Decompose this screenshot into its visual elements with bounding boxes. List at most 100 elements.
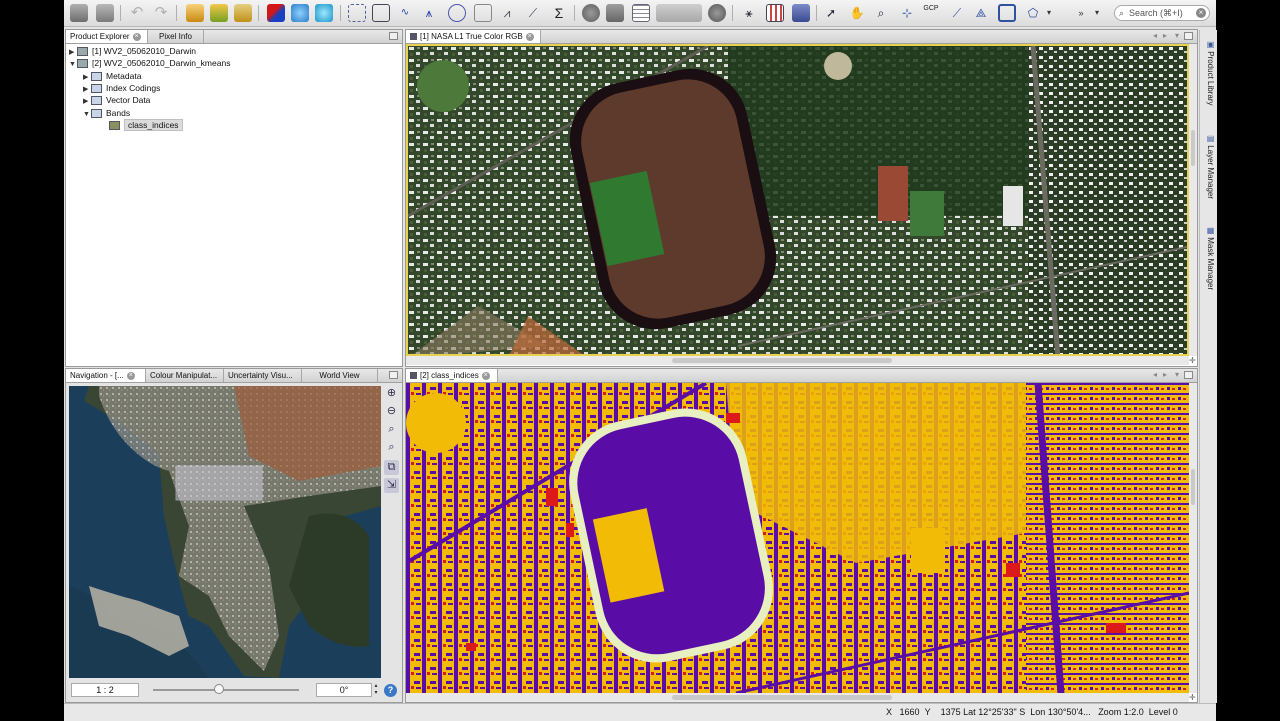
minimize-icon[interactable] (389, 371, 398, 379)
previous-view-icon[interactable]: ◂ (1153, 31, 1157, 40)
horizontal-scroll-thumb[interactable] (672, 358, 892, 363)
close-icon[interactable]: × (126, 371, 135, 380)
tab-colour-manipulation[interactable]: Colour Manipulat... (146, 369, 224, 382)
export-icon[interactable] (234, 4, 252, 22)
profile-icon[interactable]: ⩚ (420, 4, 438, 22)
sum-icon[interactable]: Σ (550, 4, 568, 22)
polyline-icon[interactable]: ⟁ (972, 4, 990, 22)
redo-icon[interactable]: ↷ (152, 4, 170, 22)
tab-class-indices-view[interactable]: [2] class_indices × (406, 369, 498, 382)
pin-icon[interactable] (348, 4, 366, 22)
sync-views-icon[interactable]: ⧉ (384, 460, 399, 475)
layer-icon[interactable] (582, 4, 600, 22)
search-input[interactable]: ⌕ Search (⌘+I) × (1114, 5, 1210, 21)
class-indices-canvas[interactable] (406, 383, 1189, 694)
tree-node-product-2[interactable]: ▼ [2] WV2_05062010_Darwin_kmeans (69, 57, 230, 69)
sync-cursor-icon[interactable] (656, 4, 702, 22)
tab-uncertainty-visualisation[interactable]: Uncertainty Visu... (224, 369, 302, 382)
tree-node-metadata[interactable]: ▶ Metadata (83, 70, 141, 82)
next-view-icon[interactable]: ▸ (1163, 31, 1167, 40)
horizontal-scroll-thumb[interactable] (672, 695, 892, 700)
view-list-icon[interactable]: ▾ (1175, 31, 1179, 40)
line-chart-icon[interactable]: ⩘ (498, 4, 516, 22)
product-library-tab[interactable]: ▣ Product Library (1202, 40, 1215, 105)
zoom-in-icon[interactable]: ⊕ (384, 386, 399, 401)
sync-cursor-icon[interactable]: ⇲ (384, 478, 399, 493)
tree-node-index-codings[interactable]: ▶ Index Codings (83, 82, 160, 94)
close-icon[interactable]: × (481, 371, 490, 380)
range-finder-icon[interactable]: ⟋ (948, 4, 966, 22)
new-product-icon[interactable] (70, 4, 88, 22)
viewport-rectangle[interactable] (175, 465, 263, 501)
pin-placing-icon[interactable]: ⊹ (898, 4, 916, 22)
rgb-icon[interactable] (267, 4, 285, 22)
layer-manager-tab[interactable]: ▤ Layer Manager (1202, 134, 1215, 199)
product-explorer-panel: Product Explorer × Pixel Info ▶ [1] WV2_05… (65, 29, 403, 367)
tree-node-product-1[interactable]: ▶ [1] WV2_05062010_Darwin (69, 45, 196, 57)
maximize-icon[interactable] (1184, 371, 1193, 379)
trend-icon[interactable]: ⟋ (524, 4, 542, 22)
collapse-arrow-icon[interactable]: ▼ (69, 59, 77, 71)
collapse-arrow-icon[interactable]: ▼ (83, 109, 91, 121)
zoom-slider[interactable] (153, 689, 299, 691)
vertical-scrollbar[interactable] (1189, 383, 1197, 693)
select-icon[interactable]: ➚ (822, 4, 840, 22)
rgb-image-canvas[interactable] (406, 44, 1189, 356)
save-icon[interactable] (96, 4, 114, 22)
corner-resize-icon[interactable]: ✛ (1189, 693, 1197, 702)
vertical-scroll-thumb[interactable] (1191, 469, 1195, 505)
tab-product-explorer[interactable]: Product Explorer × (66, 30, 148, 43)
gcp-icon[interactable]: GCP (922, 4, 940, 22)
close-icon[interactable]: × (525, 32, 534, 41)
zoom-slider-thumb[interactable] (213, 684, 224, 694)
vertical-scrollbar[interactable] (1189, 44, 1197, 356)
chevron-down-icon[interactable]: ▾ (1044, 4, 1054, 22)
tree-node-class-indices[interactable]: class_indices (109, 119, 183, 131)
graph-builder-icon[interactable]: ⚹ (740, 4, 758, 22)
rectangle-icon[interactable] (998, 4, 1016, 22)
clear-search-icon[interactable]: × (1196, 8, 1206, 18)
open-icon[interactable] (186, 4, 204, 22)
zoom-all-icon[interactable]: ⌕ (384, 440, 399, 455)
help-icon[interactable]: ? (384, 684, 397, 697)
pan-icon[interactable]: ✋ (848, 4, 866, 22)
tab-rgb-image-view[interactable]: [1] NASA L1 True Color RGB × (406, 30, 541, 43)
mosaic-icon[interactable] (766, 4, 784, 22)
overflow-dropdown-icon[interactable]: ▾ (1092, 4, 1102, 22)
tab-world-view[interactable]: World View (302, 369, 378, 382)
tab-pixel-info[interactable]: Pixel Info (148, 30, 204, 43)
tree-node-bands[interactable]: ▼ Bands (83, 107, 130, 119)
ellipse-dropdown-icon[interactable]: ⬠ (1024, 4, 1042, 22)
statistics-icon[interactable] (372, 4, 390, 22)
minimize-icon[interactable] (389, 32, 398, 40)
vertical-scroll-thumb[interactable] (1191, 130, 1195, 166)
zoom-ratio-field[interactable]: 1 : 2 (71, 683, 139, 697)
view-list-icon[interactable]: ▾ (1175, 370, 1179, 379)
previous-view-icon[interactable]: ◂ (1153, 370, 1157, 379)
navigation-overview-map[interactable] (69, 386, 381, 678)
zoom-tool-icon[interactable]: ⌕ (872, 4, 890, 22)
layer-edit-icon[interactable] (606, 4, 624, 22)
grid-icon[interactable] (632, 4, 650, 22)
scatter-icon[interactable]: ∿ (396, 4, 414, 22)
tab-navigation[interactable]: Navigation - [... × (66, 369, 146, 382)
band-maths-icon[interactable] (291, 4, 309, 22)
information-icon[interactable] (474, 4, 492, 22)
undo-icon[interactable]: ↶ (128, 4, 146, 22)
histogram-icon[interactable] (315, 4, 333, 22)
maximize-icon[interactable] (1184, 32, 1193, 40)
next-view-icon[interactable]: ▸ (1163, 370, 1167, 379)
tree-node-vector-data[interactable]: ▶ Vector Data (83, 94, 150, 106)
zoom-out-icon[interactable]: ⊖ (384, 404, 399, 419)
overflow-chevron-icon[interactable]: » (1076, 4, 1086, 22)
corner-resize-icon[interactable]: ✛ (1189, 356, 1197, 365)
collocation-icon[interactable] (792, 4, 810, 22)
globe-icon[interactable] (708, 4, 726, 22)
rotation-stepper-icon[interactable]: ▴ ▾ (372, 683, 380, 697)
rotation-field[interactable]: 0° (316, 683, 372, 697)
mask-manager-tab[interactable]: ▦ Mask Manager (1202, 226, 1215, 290)
close-icon[interactable]: × (132, 32, 141, 41)
zoom-default-icon[interactable]: ⌕ (384, 422, 399, 437)
import-icon[interactable] (210, 4, 228, 22)
spectrum-icon[interactable] (448, 4, 466, 22)
